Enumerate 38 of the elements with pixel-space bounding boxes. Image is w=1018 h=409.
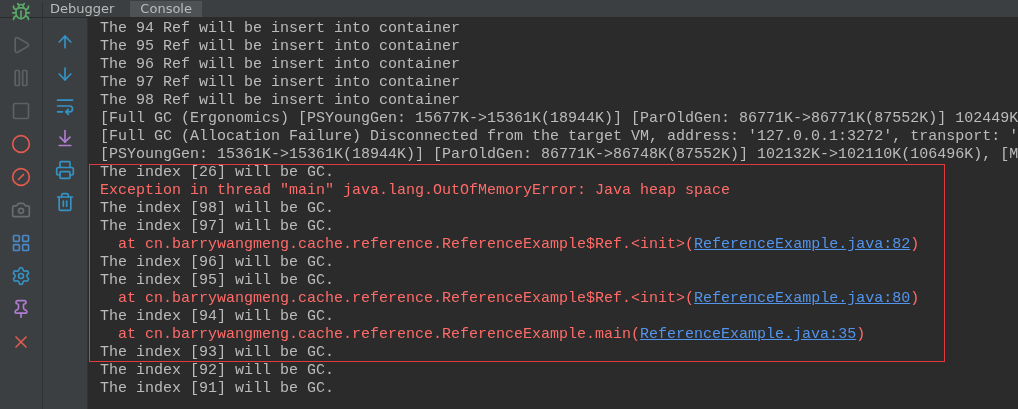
stack-trace-line: at cn.barrywangmeng.cache.reference.ReferenceExample$Ref.<init>(ReferenceExample.java:82) — [117, 236, 920, 254]
console-line: The index [96] will be GC. — [100, 254, 335, 272]
stack-trace-line: at cn.barrywangmeng.cache.reference.ReferenceExample$Ref.<init>(ReferenceExample.java:80) — [117, 290, 920, 308]
source-link[interactable]: ReferenceExample.java:35 — [640, 326, 857, 343]
stack-trace-line: at cn.barrywangmeng.cache.reference.ReferenceExample.main(ReferenceExample.java:35) — [117, 326, 866, 344]
tab[interactable]: Console — [130, 1, 202, 17]
resume-icon[interactable] — [11, 35, 31, 55]
console-line: The 97 Ref will be insert into container — [100, 74, 461, 92]
source-link[interactable]: ReferenceExample.java:80 — [694, 290, 911, 307]
console-line: The index [26] will be GC. — [100, 164, 335, 182]
console-line: [Full GC (Allocation Failure) Disconnected from the target VM, address: '127.0.0.1:3272', transport: ' — [100, 128, 1018, 146]
soft-wrap-icon[interactable] — [55, 96, 75, 116]
printer-icon[interactable] — [55, 160, 75, 180]
trash-icon[interactable] — [55, 192, 75, 212]
error-line: Exception in thread "main" java.lang.OutOfMemoryError: Java heap space — [100, 182, 731, 200]
console-line: The index [97] will be GC. — [100, 218, 335, 236]
console-line: The index [95] will be GC. — [100, 272, 335, 290]
console-line: The index [94] will be GC. — [100, 308, 335, 326]
layout-icon[interactable] — [11, 233, 31, 253]
console-line: The index [98] will be GC. — [100, 200, 335, 218]
console-line: The index [93] will be GC. — [100, 344, 335, 362]
camera-icon[interactable] — [11, 200, 31, 220]
console-line: [Full GC (Ergonomics) [PSYoungGen: 15677K->15361K(18944K)] [ParOldGen: 86771K->86771K(87552K)] 102449K — [100, 110, 1018, 128]
console-line: The index [92] will be GC. — [100, 362, 335, 380]
source-link[interactable]: ReferenceExample.java:82 — [694, 236, 911, 253]
console-line: The 96 Ref will be insert into container — [100, 56, 461, 74]
pin-icon[interactable] — [11, 299, 31, 319]
stop-icon[interactable] — [11, 101, 31, 121]
scroll-to-end-icon[interactable] — [55, 128, 75, 148]
pause-icon[interactable] — [11, 68, 31, 88]
bug-icon[interactable] — [11, 2, 31, 22]
tab[interactable]: Debugger — [40, 1, 125, 17]
console-line: The 95 Ref will be insert into container — [100, 38, 461, 56]
console-line: The 98 Ref will be insert into container — [100, 92, 461, 110]
console-line: [PSYoungGen: 15361K->15361K(18944K)] [ParOldGen: 86771K->86748K(87552K)] 102132K->102110K(106496K), [M — [100, 146, 1018, 164]
settings-icon[interactable] — [11, 266, 31, 286]
console-line: The 94 Ref will be insert into container — [100, 20, 461, 38]
console-line: The index [91] will be GC. — [100, 380, 335, 398]
